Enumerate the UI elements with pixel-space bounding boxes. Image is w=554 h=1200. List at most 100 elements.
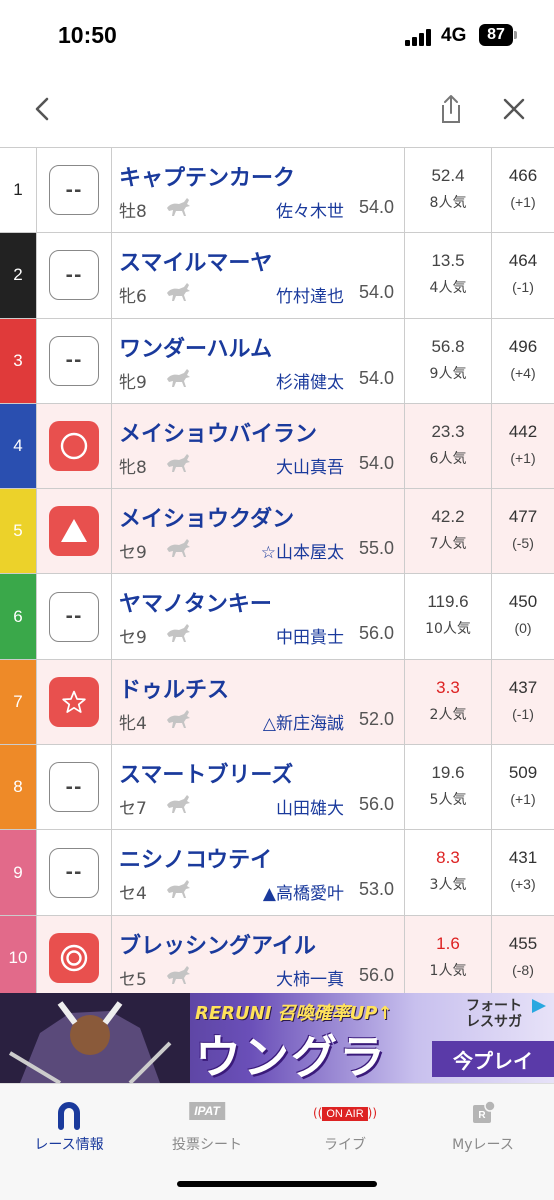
- odds-cell: 19.6 5人気: [404, 745, 492, 830]
- tab-my-race[interactable]: R Myレース: [414, 1094, 552, 1154]
- jockey-name[interactable]: △新庄海誠: [263, 709, 344, 734]
- horse-number: 2: [0, 233, 36, 318]
- odds-cell: 56.8 9人気: [404, 318, 492, 403]
- odds: 56.8: [431, 336, 465, 356]
- odds-cell: 13.5 4人気: [404, 233, 492, 318]
- horse-name[interactable]: キャプテンカーク: [119, 160, 295, 192]
- share-button[interactable]: [431, 89, 471, 129]
- prediction-mark-triangle-icon[interactable]: [49, 506, 99, 557]
- jockey-name[interactable]: 中田貴士: [276, 623, 344, 648]
- jockey-name[interactable]: 佐々木世: [276, 197, 344, 222]
- runner-row[interactable]: 5 メイショウクダン セ9 ☆山本屋太 55.0 42.2 7人気 477 (-5): [0, 488, 554, 574]
- back-button[interactable]: [22, 89, 62, 129]
- chevron-left-icon: [35, 97, 49, 121]
- jockey-name[interactable]: 大山真吾: [276, 453, 344, 478]
- tab-race-info[interactable]: レース情報: [0, 1094, 138, 1154]
- jockey-name[interactable]: ☆山本屋太: [261, 538, 344, 563]
- prediction-mark-cell[interactable]: [36, 489, 112, 574]
- sex-age: 牝4: [119, 713, 147, 734]
- close-button[interactable]: [494, 89, 534, 129]
- prediction-mark-star-icon[interactable]: [49, 676, 99, 727]
- tab-label: 投票シート: [172, 1137, 242, 1153]
- prediction-mark-empty[interactable]: --: [49, 762, 99, 813]
- horse-name[interactable]: スマートブリーズ: [119, 757, 293, 789]
- body-weight-cell: 442 (+1): [492, 403, 554, 489]
- prediction-mark-empty[interactable]: --: [49, 591, 99, 642]
- jockey-name[interactable]: 杉浦健太: [276, 368, 344, 393]
- carried-weight: 54.0: [358, 197, 394, 217]
- sex-age: 牝6: [119, 287, 147, 308]
- body-weight: 431: [508, 848, 538, 868]
- runner-row[interactable]: 6 -- ヤマノタンキー セ9 中田貴士 56.0 119.6 10人気 450 (0): [0, 573, 554, 659]
- prediction-mark-empty[interactable]: --: [49, 250, 99, 301]
- horse-icon: [164, 706, 194, 730]
- prediction-mark-empty[interactable]: --: [49, 165, 99, 216]
- body-weight: 455: [508, 933, 538, 953]
- horse-name[interactable]: ヤマノタンキー: [119, 586, 272, 618]
- popularity: 5人気: [429, 792, 467, 809]
- body-weight-diff: (-1): [512, 279, 534, 296]
- body-weight-diff: (+3): [510, 876, 536, 893]
- prediction-mark-cell[interactable]: --: [36, 574, 112, 659]
- carried-weight: 56.0: [358, 623, 394, 644]
- horse-name[interactable]: メイショウクダン: [119, 501, 294, 533]
- prediction-mark-circle-icon[interactable]: [49, 421, 99, 472]
- body-weight-diff: (-1): [512, 705, 534, 722]
- runner-row[interactable]: 10 ブレッシングアイル セ5 大柿一真 56.0 1.6 1人気 455 (-8): [0, 914, 554, 1000]
- odds-cell: 119.6 10人気: [404, 574, 492, 659]
- runner-row[interactable]: 3 -- ワンダーハルム 牝9 杉浦健太 54.0 56.8 9人気 496 (+4): [0, 317, 554, 403]
- prediction-mark-cell[interactable]: [36, 659, 112, 745]
- carried-weight: 54.0: [358, 452, 394, 473]
- prediction-mark-cell[interactable]: [36, 403, 112, 489]
- body-weight-cell: 464 (-1): [492, 233, 554, 317]
- body-weight: 464: [508, 251, 538, 271]
- jockey-name[interactable]: 大柿一真: [276, 965, 344, 990]
- prediction-mark-cell[interactable]: [36, 915, 112, 1000]
- prediction-mark-double-icon[interactable]: [49, 932, 99, 983]
- horse-icon: [164, 962, 194, 986]
- runner-row[interactable]: 7 ドゥルチス 牝4 △新庄海誠 52.0 3.3 2人気 437 (-1): [0, 658, 554, 745]
- runner-row[interactable]: 1 -- キャプテンカーク 牡8 佐々木世 54.0 52.4 8人気 466 (+1): [0, 147, 554, 233]
- body-weight-cell: 431 (+3): [492, 830, 554, 914]
- sex-age: 牝8: [119, 457, 147, 478]
- odds-cell: 42.2 7人気: [404, 489, 492, 574]
- horse-name[interactable]: メイショウバイラン: [119, 416, 317, 448]
- horse-icon: [164, 365, 194, 389]
- prediction-mark-cell[interactable]: --: [36, 830, 112, 915]
- prediction-mark-cell[interactable]: --: [36, 148, 112, 233]
- horse-info: ニシノコウテイ セ4 ▲高橋愛叶 53.0: [112, 830, 404, 914]
- odds-cell: 8.3 3人気: [404, 830, 492, 915]
- jockey-name[interactable]: ▲高橋愛叶: [263, 879, 344, 904]
- sex-age: 牡8: [119, 202, 147, 222]
- tab-vote-sheet[interactable]: IPAT 投票シート: [138, 1094, 276, 1154]
- carried-weight: 56.0: [358, 794, 394, 815]
- horse-name[interactable]: ニシノコウテイ: [119, 842, 272, 874]
- horse-name[interactable]: ブレッシングアイル: [119, 928, 316, 960]
- prediction-mark-cell[interactable]: --: [36, 233, 112, 318]
- odds: 1.6: [436, 933, 460, 953]
- runner-row[interactable]: 8 -- スマートブリーズ セ7 山田雄大 56.0 19.6 5人気 509 (+1): [0, 744, 554, 830]
- horse-name[interactable]: ワンダーハルム: [119, 331, 272, 363]
- prediction-mark-empty[interactable]: --: [49, 847, 99, 898]
- tab-label: ライブ: [324, 1137, 366, 1153]
- ad-banner[interactable]: RERUNI 召喚確率UP↑ ウングラ フォートレスサガ 今プレイ: [0, 993, 554, 1083]
- popularity: 3人気: [429, 877, 467, 894]
- prediction-mark-cell[interactable]: --: [36, 745, 112, 830]
- horse-name[interactable]: ドゥルチス: [119, 672, 229, 704]
- ad-play-button[interactable]: 今プレイ: [432, 1041, 554, 1077]
- tab-live[interactable]: ((ON AIR)) ライブ: [276, 1094, 414, 1154]
- on-air-badge: ON AIR: [322, 1107, 368, 1121]
- runner-row[interactable]: 4 メイショウバイラン 牝8 大山真吾 54.0 23.3 6人気 442 (+1): [0, 402, 554, 489]
- horse-name[interactable]: スマイルマーヤ: [119, 245, 272, 277]
- ad-info-icon[interactable]: [530, 997, 548, 1015]
- jockey-name[interactable]: 山田雄大: [276, 794, 344, 819]
- ad-title: ウングラ: [195, 1030, 387, 1083]
- runner-row[interactable]: 9 -- ニシノコウテイ セ4 ▲高橋愛叶 53.0 8.3 3人気 431 (+3): [0, 829, 554, 915]
- prediction-mark-empty[interactable]: --: [49, 335, 99, 386]
- odds: 52.4: [431, 166, 465, 185]
- runner-row[interactable]: 2 -- スマイルマーヤ 牝6 竹村達也 54.0 13.5 4人気 464 (-1): [0, 232, 554, 318]
- signal-icon: [405, 28, 433, 46]
- prediction-mark-cell[interactable]: --: [36, 318, 112, 403]
- popularity: 10人気: [425, 621, 471, 638]
- jockey-name[interactable]: 竹村達也: [276, 282, 344, 307]
